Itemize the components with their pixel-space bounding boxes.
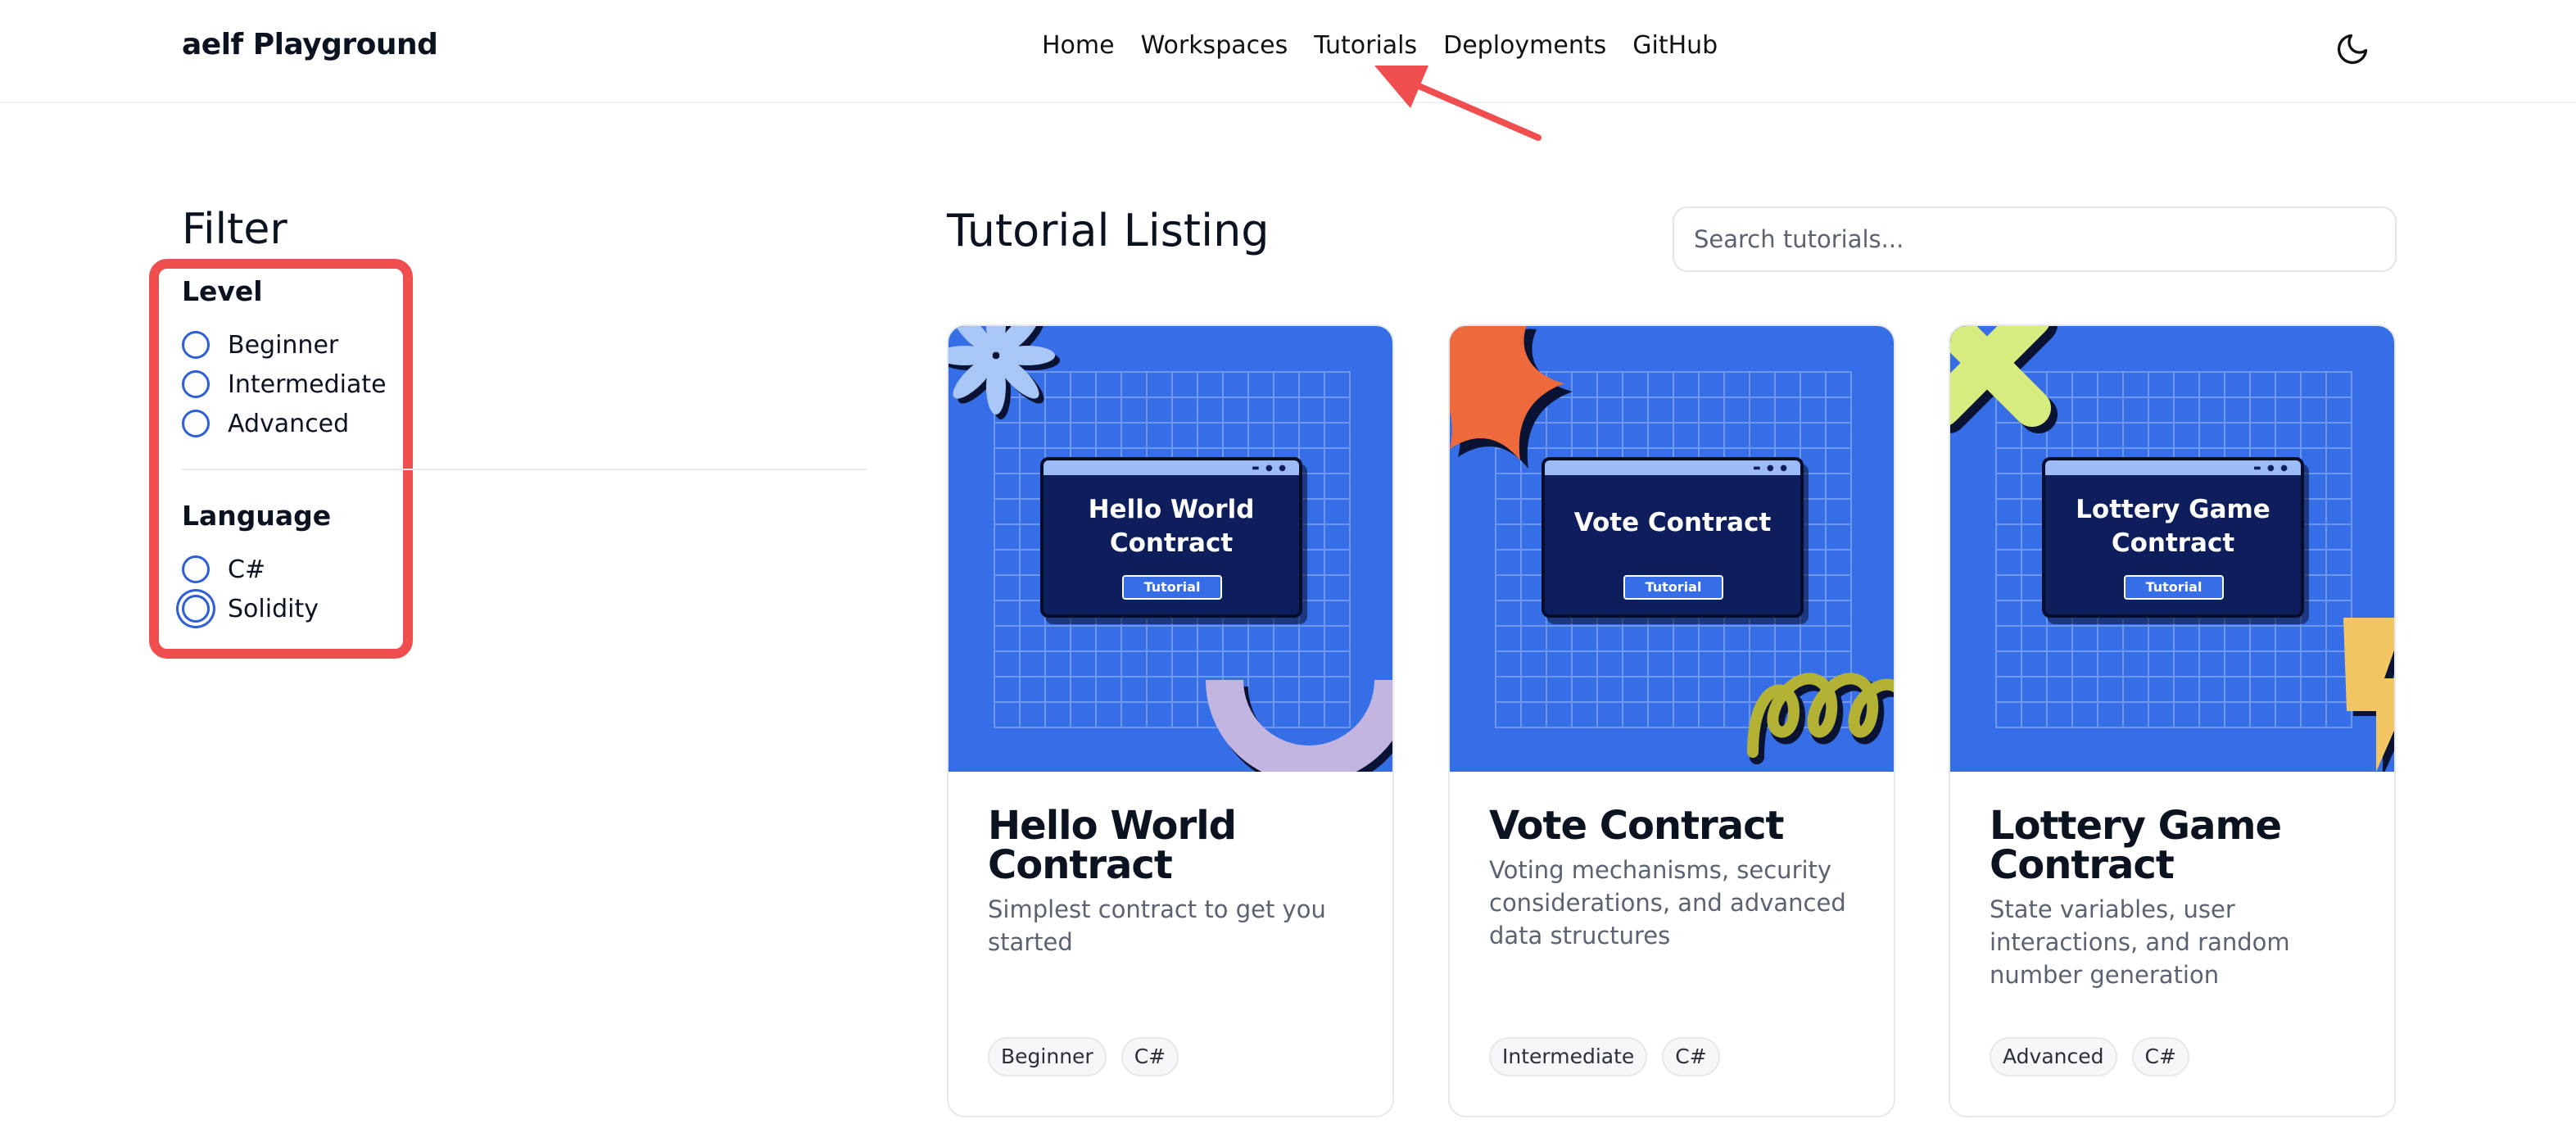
card-title: Lottery Game Contract bbox=[1990, 803, 2282, 888]
star-shape-decoration bbox=[1450, 326, 1573, 469]
thumbnail-title: Hello World Contract bbox=[1088, 495, 1255, 558]
radio-label: Advanced bbox=[228, 409, 350, 438]
card-thumbnail: ▬ ● ● Hello World Contract Tutorial bbox=[948, 326, 1392, 772]
nav-home[interactable]: Home bbox=[1042, 31, 1115, 60]
tag-level: Beginner bbox=[988, 1037, 1107, 1076]
window-dots-icon: ▬ ● ● bbox=[1252, 464, 1288, 473]
thumbnail-window-graphic: ▬ ● ● Vote Contract Tutorial bbox=[1542, 457, 1804, 618]
level-group-title: Level bbox=[182, 275, 263, 307]
radio-label: Beginner bbox=[228, 330, 339, 360]
card-tags: Beginner C# bbox=[988, 1037, 1179, 1076]
card-thumbnail: ▬ ● ● Lottery Game Contract Tutorial bbox=[1950, 326, 2394, 772]
main-nav: Home Workspaces Tutorials Deployments Gi… bbox=[1042, 31, 1718, 60]
nav-github[interactable]: GitHub bbox=[1632, 31, 1718, 60]
brand-logo[interactable]: aelf Playground bbox=[182, 28, 438, 61]
thumbnail-window-graphic: ▬ ● ● Lottery Game Contract Tutorial bbox=[2042, 457, 2304, 618]
radio-label: Solidity bbox=[228, 594, 319, 623]
nav-workspaces[interactable]: Workspaces bbox=[1141, 31, 1288, 60]
card-title: Vote Contract bbox=[1489, 803, 1785, 849]
card-body: Vote Contract Voting mechanisms, securit… bbox=[1489, 806, 1866, 952]
radio-button[interactable] bbox=[182, 370, 210, 398]
card-body: Hello World Contract Simplest contract t… bbox=[988, 806, 1365, 958]
card-description: Simplest contract to get you started bbox=[988, 895, 1326, 956]
tag-language: C# bbox=[1120, 1037, 1179, 1076]
window-title-bar: ▬ ● ● bbox=[2045, 460, 2301, 475]
card-tags: Advanced C# bbox=[1990, 1037, 2189, 1076]
filter-divider bbox=[182, 469, 867, 470]
thumbnail-badge: Tutorial bbox=[1122, 575, 1222, 600]
radio-option-solidity[interactable]: Solidity bbox=[182, 589, 331, 628]
radio-option-csharp[interactable]: C# bbox=[182, 550, 331, 589]
cross-shape-decoration bbox=[1950, 326, 2058, 433]
radio-button[interactable] bbox=[182, 331, 210, 359]
radio-option-beginner[interactable]: Beginner bbox=[182, 325, 387, 365]
search-input[interactable] bbox=[1673, 206, 2397, 272]
thumbnail-title: Vote Contract bbox=[1573, 508, 1772, 537]
window-dots-icon: ▬ ● ● bbox=[1753, 464, 1789, 473]
squiggle-shape-decoration bbox=[1747, 673, 1894, 764]
card-thumbnail: ▬ ● ● Vote Contract Tutorial bbox=[1450, 326, 1894, 772]
theme-toggle-button[interactable] bbox=[2334, 31, 2370, 67]
filter-heading: Filter bbox=[182, 205, 287, 254]
tutorial-card-hello-world[interactable]: ▬ ● ● Hello World Contract Tutorial Hell… bbox=[947, 324, 1394, 1117]
language-group-title: Language bbox=[182, 500, 332, 532]
callout-arrow-icon bbox=[1374, 66, 1542, 141]
radio-option-advanced[interactable]: Advanced bbox=[182, 404, 387, 443]
level-filter-group: Level Beginner Intermediate Advanced bbox=[182, 275, 387, 443]
top-navbar: aelf Playground Home Workspaces Tutorial… bbox=[0, 0, 2576, 103]
thumbnail-badge: Tutorial bbox=[2124, 575, 2224, 600]
card-tags: Intermediate C# bbox=[1489, 1037, 1720, 1076]
radio-button[interactable] bbox=[182, 410, 210, 437]
card-description: Voting mechanisms, security consideratio… bbox=[1489, 856, 1846, 949]
window-dots-icon: ▬ ● ● bbox=[2253, 464, 2289, 473]
language-filter-group: Language C# Solidity bbox=[182, 500, 331, 628]
thumbnail-title: Lottery Game Contract bbox=[2076, 495, 2270, 558]
tag-level: Advanced bbox=[1990, 1037, 2117, 1076]
nav-tutorials[interactable]: Tutorials bbox=[1314, 31, 1417, 60]
tag-language: C# bbox=[2131, 1037, 2189, 1076]
lightning-shape-decoration bbox=[2343, 618, 2394, 772]
nav-deployments[interactable]: Deployments bbox=[1443, 31, 1606, 60]
radio-label: C# bbox=[228, 555, 266, 584]
thumbnail-badge: Tutorial bbox=[1623, 575, 1723, 600]
card-title: Hello World Contract bbox=[988, 803, 1237, 888]
page-title: Tutorial Listing bbox=[947, 205, 1270, 256]
card-description: State variables, user interactions, and … bbox=[1990, 895, 2290, 989]
thumbnail-window-graphic: ▬ ● ● Hello World Contract Tutorial bbox=[1040, 457, 1302, 618]
tutorial-card-lottery-game[interactable]: ▬ ● ● Lottery Game Contract Tutorial Lot… bbox=[1949, 324, 2396, 1117]
window-title-bar: ▬ ● ● bbox=[1044, 460, 1299, 475]
radio-button[interactable] bbox=[182, 555, 210, 583]
card-body: Lottery Game Contract State variables, u… bbox=[1990, 806, 2366, 991]
tag-level: Intermediate bbox=[1489, 1037, 1648, 1076]
radio-label: Intermediate bbox=[228, 369, 387, 399]
tutorial-card-vote[interactable]: ▬ ● ● Vote Contract Tutorial Vote Contra… bbox=[1448, 324, 1895, 1117]
radio-button-focused[interactable] bbox=[182, 595, 210, 623]
moon-icon bbox=[2337, 34, 2368, 65]
tag-language: C# bbox=[1662, 1037, 1720, 1076]
window-title-bar: ▬ ● ● bbox=[1545, 460, 1800, 475]
radio-option-intermediate[interactable]: Intermediate bbox=[182, 365, 387, 404]
